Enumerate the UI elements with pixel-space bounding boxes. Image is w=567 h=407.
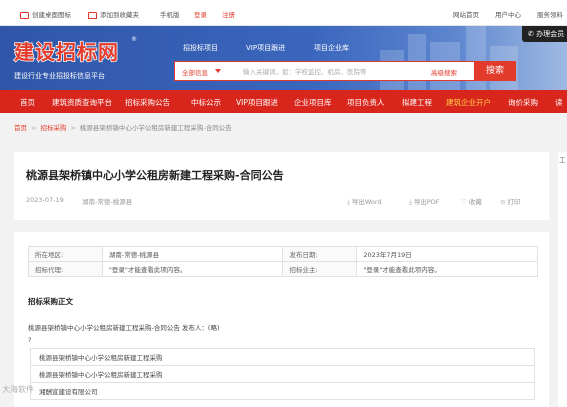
folder-icon — [88, 11, 97, 19]
nav-item-more[interactable]: 读 — [555, 97, 563, 108]
table-row: 桃源县架桥镇中心小学公租房新建工程采购 — [30, 365, 535, 383]
table-row: 湘酬宣建设有限公司 — [30, 382, 535, 400]
nav-item-bidding[interactable]: 招标采购公告 — [125, 97, 170, 108]
nav-item-project-library[interactable]: 企业项目库 — [294, 97, 332, 108]
download-icon: ⤓ — [347, 198, 350, 206]
publish-date: 2023-07-19 — [26, 196, 64, 204]
registered-mark: ® — [131, 36, 137, 43]
publish-date-key: 发布日期: — [282, 246, 358, 262]
nav-item-inquiry[interactable]: 询价采购 — [508, 97, 538, 108]
export-word-label: 导出Word — [351, 198, 382, 206]
region-label: 湖南-常德-桃源县 — [82, 198, 133, 206]
print-label: 打印 — [507, 198, 521, 206]
table-cell: 湘酬宣建设有限公司 — [30, 382, 535, 400]
breadcrumb-separator: > — [70, 124, 76, 132]
print-button[interactable]: ⊖ 打印 — [500, 196, 520, 206]
create-shortcut-label: 创建桌面图标 — [32, 11, 71, 19]
agent-key: 招标代理: — [28, 261, 103, 277]
export-pdf-button[interactable]: ⤓ 导出PDF — [409, 196, 440, 207]
article-header-card: 桃源县架桥镇中心小学公租房新建工程采购-合同公告 2023-07-19 湖南-常… — [14, 152, 549, 220]
advanced-search-link[interactable]: 高级搜索 — [431, 67, 457, 77]
info-table: 所在地区: 湖南-常德-桃源县 发布日期: 2023年7月19日 招标代理: "… — [28, 246, 538, 277]
site-logo[interactable]: 建设招标网 — [13, 36, 119, 65]
region-key: 所在地区: — [28, 246, 103, 262]
right-sidebar-label: 工 — [559, 156, 566, 164]
breadcrumb-current: 桃源县架桥镇中心小学公租房新建工程采购-合同公告 — [79, 124, 232, 132]
create-desktop-shortcut-link[interactable]: 创建桌面图标 — [20, 9, 71, 19]
favorite-button[interactable]: ♡ 收藏 — [461, 196, 482, 206]
heart-icon: ♡ — [461, 198, 467, 206]
monitor-icon — [20, 11, 29, 19]
breadcrumb-category[interactable]: 招标采购 — [40, 124, 66, 132]
search-button[interactable]: 搜索 — [474, 61, 516, 81]
owner-key: 招标业主: — [282, 261, 358, 277]
agent-value-login-prompt[interactable]: "登录"才能查看此项内容。 — [101, 261, 284, 277]
export-word-button[interactable]: ⤓ 导出Word — [347, 196, 382, 207]
member-service-label: 办理会员 — [536, 30, 565, 38]
nav-item-planned[interactable]: 拟建工程 — [402, 97, 432, 108]
member-service-badge[interactable]: ✆ 办理会员 — [522, 26, 567, 42]
region-value: 湖南-常德-桃源县 — [101, 246, 284, 262]
favorite-label: 收藏 — [468, 198, 482, 206]
table-row: 桃源县架桥镇中心小学公租房新建工程采购 — [30, 348, 535, 366]
export-pdf-label: 导出PDF — [413, 198, 440, 206]
add-favorite-link[interactable]: 添加到收藏夹 — [88, 9, 139, 19]
table-cell: 桃源县架桥镇中心小学公租房新建工程采购 — [30, 348, 535, 366]
add-favorite-label: 添加到收藏夹 — [100, 11, 139, 19]
table-row: 所在地区: 湖南-常德-桃源县 发布日期: 2023年7月19日 — [28, 246, 538, 262]
article-content-card: 所在地区: 湖南-常德-桃源县 发布日期: 2023年7月19日 招标代理: "… — [14, 232, 549, 407]
register-link[interactable]: 注册 — [222, 9, 235, 19]
page-title: 桃源县架桥镇中心小学公租房新建工程采购-合同公告 — [26, 169, 284, 182]
section-title: 招标采购正文 — [28, 297, 73, 306]
body-text: ? — [28, 336, 32, 344]
main-nav: 首页 建筑资质查询平台 招标采购公告 中标公示 VIP项目跟进 企业项目库 项目… — [0, 90, 567, 113]
user-center-link[interactable]: 用户中心 — [495, 9, 521, 19]
header-nav-company-library[interactable]: 项目企业库 — [314, 43, 349, 53]
site-slogan: 建设行业专业招投标信息平台 — [14, 72, 105, 80]
breadcrumb: 首页 > 招标采购 > 桃源县架桥镇中心小学公租房新建工程采购-合同公告 — [14, 122, 232, 132]
breadcrumb-separator: > — [31, 124, 37, 132]
download-icon: ⤓ — [409, 198, 412, 206]
nav-item-project-lead[interactable]: 项目负责人 — [347, 97, 385, 108]
watermark: 大海软件 — [2, 385, 34, 394]
nav-item-home[interactable]: 首页 — [20, 97, 35, 108]
search-input[interactable] — [243, 65, 423, 78]
service-link[interactable]: 服务领料 — [537, 9, 563, 19]
top-utility-bar: 创建桌面图标 添加到收藏夹 手机版 登录 注册 网站首页 用户中心 服务领料 — [0, 0, 567, 26]
search-bar: 全部信息 高级搜索 — [174, 61, 476, 81]
site-home-link[interactable]: 网站首页 — [453, 9, 479, 19]
publish-date-value: 2023年7月19日 — [356, 246, 538, 262]
chevron-down-icon — [215, 69, 221, 73]
nav-item-qualification[interactable]: 建筑资质查询平台 — [52, 97, 112, 108]
print-icon: ⊖ — [500, 198, 506, 206]
login-link[interactable]: 登录 — [194, 9, 207, 19]
search-category-select[interactable]: 全部信息 — [182, 67, 208, 77]
body-text: 桃源县架桥镇中心小学公租房新建工程采购-合同公告 发布人：(略) — [28, 324, 220, 332]
site-header: 建设招标网 ® 建设行业专业招投标信息平台 招投标项目 VIP项目跟进 项目企业… — [0, 26, 567, 90]
mobile-version-link[interactable]: 手机版 — [160, 9, 180, 19]
header-nav-vip-tracking[interactable]: VIP项目跟进 — [246, 43, 285, 53]
owner-value-login-prompt[interactable]: "登录"才能查看此项内容。 — [356, 261, 538, 277]
header-nav-bidding-projects[interactable]: 招投标项目 — [183, 43, 218, 53]
nav-item-award[interactable]: 中标公示 — [191, 97, 221, 108]
nav-item-account[interactable]: 建筑企业开户 — [446, 97, 491, 108]
nav-item-vip[interactable]: VIP项目跟进 — [236, 97, 278, 108]
items-table: 桃源县架桥镇中心小学公租房新建工程采购 桃源县架桥镇中心小学公租房新建工程采购 … — [30, 348, 535, 400]
breadcrumb-home[interactable]: 首页 — [14, 124, 27, 132]
phone-icon: ✆ — [528, 30, 537, 38]
table-cell: 桃源县架桥镇中心小学公租房新建工程采购 — [30, 365, 535, 383]
table-row: 招标代理: "登录"才能查看此项内容。 招标业主: "登录"才能查看此项内容。 — [28, 261, 538, 277]
right-sidebar-edge: 工 — [558, 152, 567, 407]
